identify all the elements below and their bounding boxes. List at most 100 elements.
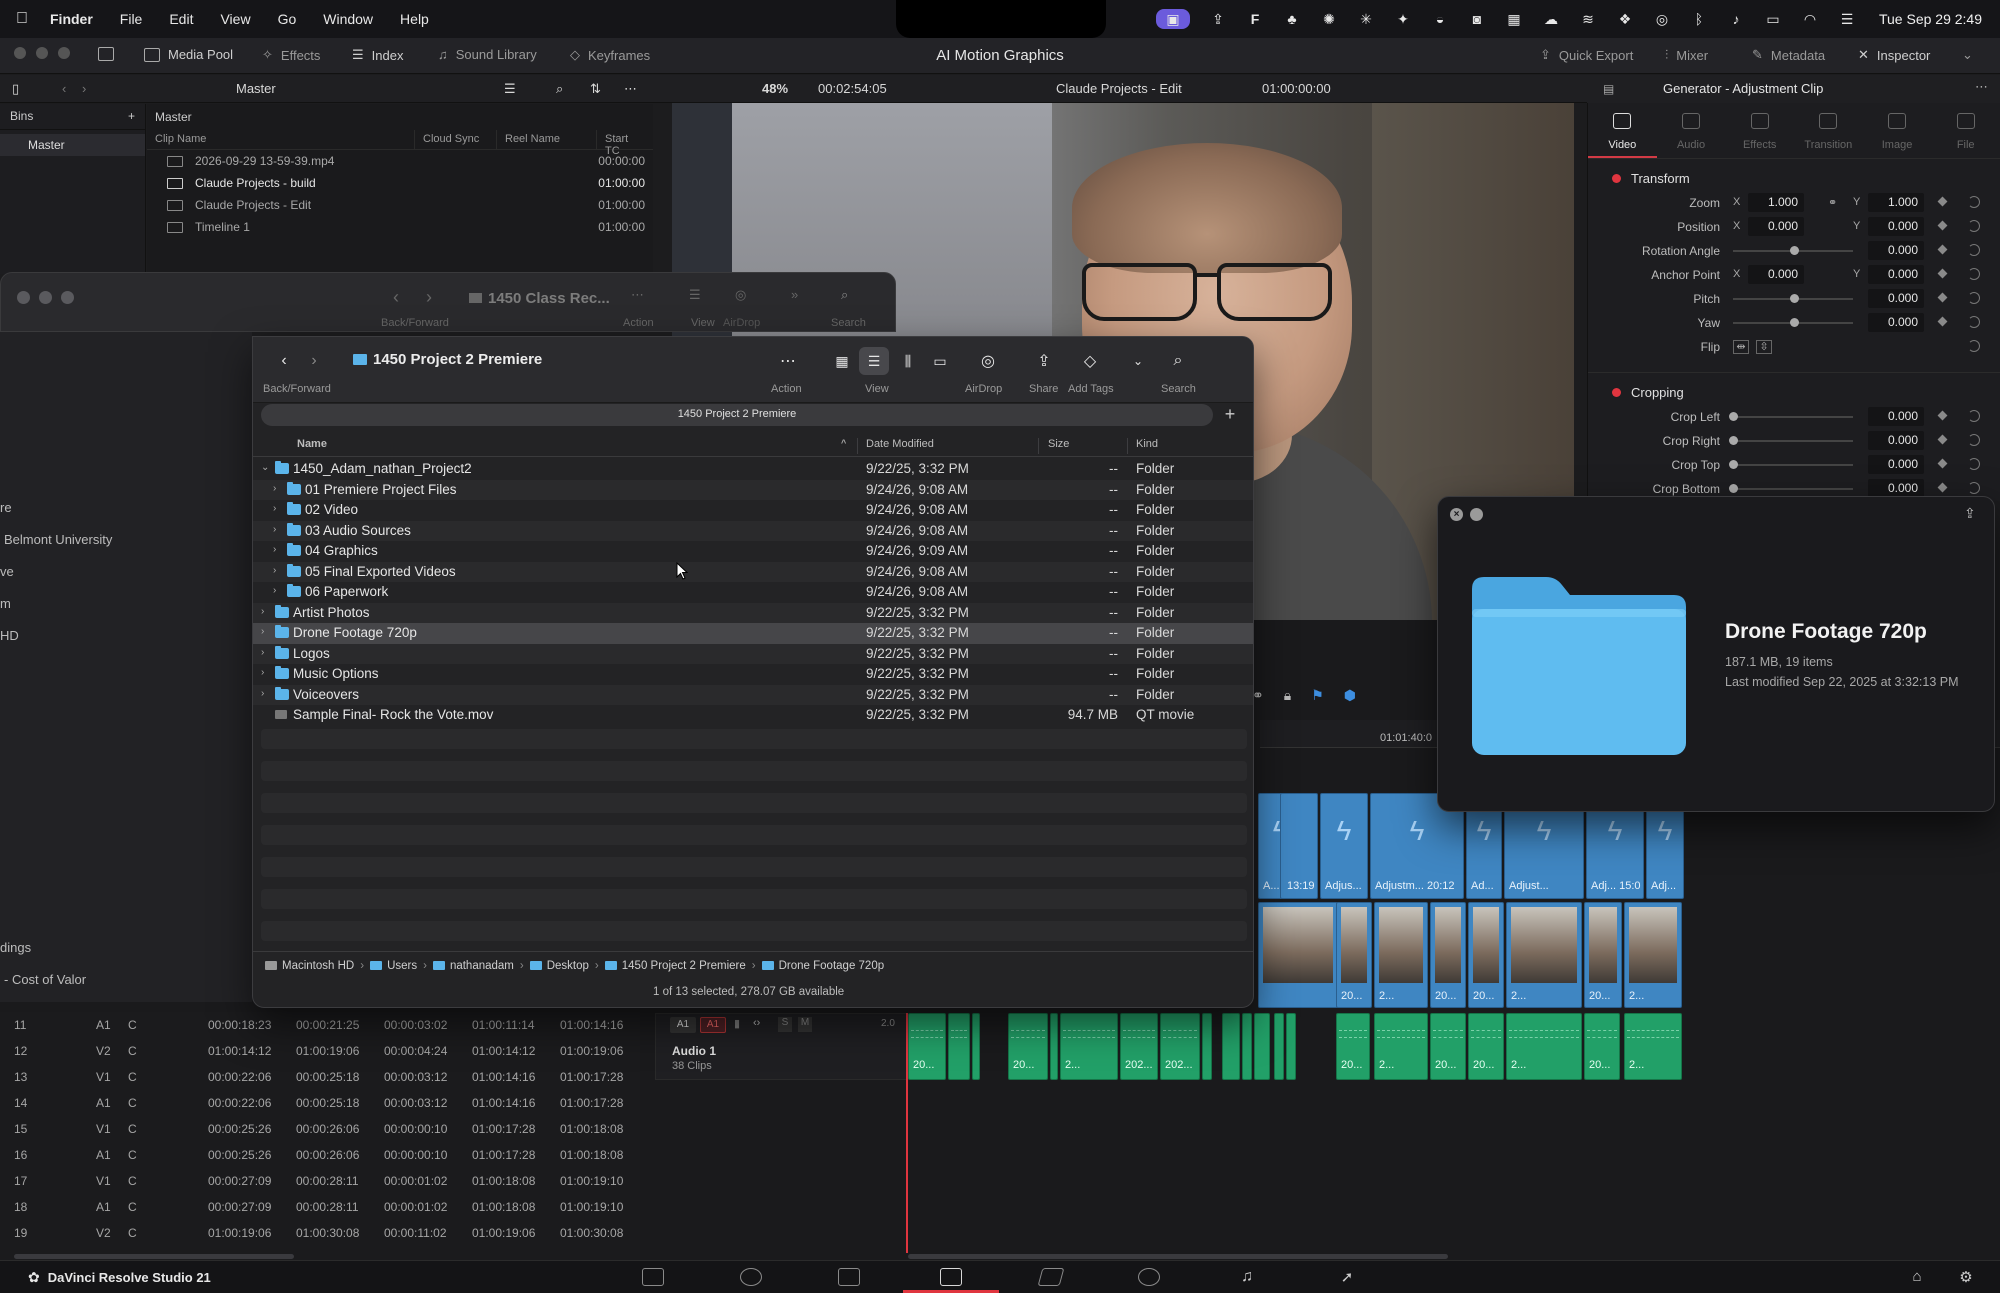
crop-right-knob[interactable]	[1729, 436, 1738, 445]
enable-dot[interactable]	[1612, 387, 1621, 397]
minimize-window-button[interactable]	[39, 291, 52, 304]
airdrop-icon[interactable]: ◎	[973, 347, 1003, 375]
close-window-button[interactable]	[17, 291, 30, 304]
back-icon[interactable]: ‹	[393, 287, 399, 308]
reset-icon[interactable]	[1968, 292, 1980, 304]
disclosure-open-icon[interactable]: ⌄	[261, 462, 271, 473]
crop-left-knob[interactable]	[1729, 412, 1738, 421]
col-date-modified[interactable]: Date Modified	[866, 438, 934, 450]
reset-icon[interactable]	[1968, 316, 1980, 328]
pool-clip-row[interactable]: Claude Projects - Edit 01:00:00	[147, 194, 653, 216]
video-clip[interactable]: 20...	[1336, 902, 1372, 1008]
edit-index-row[interactable]: 14 A1 C 00:00:22:06 00:00:25:18 00:00:03:12 01…	[0, 1090, 640, 1116]
video-clip[interactable]: 20...	[1430, 902, 1466, 1008]
edit-index-row[interactable]: 17 V1 C 00:00:27:09 00:00:28:11 00:00:01:02 01…	[0, 1168, 640, 1194]
marker-icon[interactable]: ⬢	[1344, 687, 1356, 704]
edit-index-row[interactable]: 19 V2 C 01:00:19:06 01:00:30:08 00:00:11:02 01…	[0, 1220, 640, 1246]
file-row[interactable]: › 01 Premiere Project Files 9/24/26, 9:08 …	[253, 479, 1253, 500]
adjustment-clip[interactable]: 13:19	[1280, 793, 1318, 899]
path-crumb[interactable]: Users	[370, 960, 417, 972]
keyframe-icon[interactable]	[1937, 220, 1948, 231]
anchor-x-field[interactable]: 0.000	[1748, 265, 1804, 284]
sidebar-item[interactable]: - Cost of Valor	[4, 972, 86, 987]
settings-gear-icon[interactable]: ⚙	[1955, 1268, 1977, 1286]
rotation-field[interactable]: 0.000	[1868, 241, 1924, 260]
crop-bottom-slider[interactable]	[1733, 488, 1853, 490]
crop-left-field[interactable]: 0.000	[1868, 407, 1924, 426]
wifi-icon[interactable]: ◠	[1801, 11, 1819, 27]
lock-icon[interactable]: 🔒︎	[1284, 687, 1291, 704]
crop-right-slider[interactable]	[1733, 440, 1853, 442]
auto-select-icon[interactable]: ‹›	[753, 1017, 760, 1029]
sidebar-item[interactable]: dings	[0, 940, 31, 955]
tag-icon[interactable]: ◇	[1075, 347, 1105, 375]
fairlight-page-icon[interactable]: ♫	[1236, 1268, 1258, 1286]
nav-back-icon[interactable]: ‹	[62, 81, 66, 96]
track-volume[interactable]: 2.0	[881, 1018, 895, 1029]
crop-left-slider[interactable]	[1733, 416, 1853, 418]
tab-file[interactable]: File	[1931, 103, 2000, 158]
path-crumb[interactable]: Desktop	[529, 960, 589, 972]
file-row[interactable]: › Music Options 9/22/25, 3:32 PM -- Folder	[253, 664, 1253, 685]
effects-button[interactable]: ✧ Effects	[262, 47, 320, 63]
sidebar-item[interactable]: m	[0, 596, 11, 611]
media-page-icon[interactable]	[642, 1268, 664, 1286]
sidebar-item[interactable]: ve	[0, 564, 14, 579]
audio-clip[interactable]: 20...	[1336, 1013, 1370, 1080]
audio-clip[interactable]	[1286, 1013, 1296, 1080]
drive-icon[interactable]: ◒	[1431, 11, 1449, 27]
position-x-field[interactable]: 0.000	[1748, 217, 1804, 236]
tab-image[interactable]: Image	[1863, 103, 1932, 158]
disclosure-closed-icon[interactable]: ›	[261, 606, 271, 617]
edit-index-row[interactable]: 15 V1 C 00:00:25:26 00:00:26:06 00:00:00:10 01…	[0, 1116, 640, 1142]
flip-horizontal-icon[interactable]: ⇹	[1733, 340, 1749, 354]
path-crumb[interactable]: 1450 Project 2 Premiere	[604, 960, 746, 972]
creative-cloud-icon[interactable]: ☁	[1542, 11, 1560, 27]
audio-clip[interactable]: 20...	[1430, 1013, 1466, 1080]
forward-icon[interactable]: ›	[426, 287, 432, 308]
file-row[interactable]: › Artist Photos 9/22/25, 3:32 PM -- Folder	[253, 602, 1253, 623]
edit-index-row[interactable]: 11 A1 C 00:00:18:23 00:00:21:25 00:00:03:02 01…	[0, 1012, 640, 1038]
keyframe-icon[interactable]	[1937, 316, 1948, 327]
apple-icon[interactable]: 	[16, 10, 28, 28]
action-icon[interactable]: ⋯	[631, 287, 644, 303]
menu-view[interactable]: View	[220, 11, 250, 27]
edit-index-row[interactable]: 12 V2 C 01:00:14:12 01:00:19:06 00:00:04:24 01…	[0, 1038, 640, 1064]
video-clip[interactable]: 2...	[1506, 902, 1582, 1008]
control-center-icon[interactable]: ☰	[1838, 11, 1856, 27]
pool-clip-row[interactable]: 2026-09-29 13-59-39.mp4 00:00:00	[147, 150, 653, 172]
keyframe-icon[interactable]	[1937, 410, 1948, 421]
pool-clip-row[interactable]: Claude Projects - build 01:00:00	[147, 172, 653, 194]
more-toolbar-icon[interactable]: »	[791, 287, 798, 302]
audio-clip[interactable]: 2...	[1506, 1013, 1582, 1080]
menu-window[interactable]: Window	[323, 11, 373, 27]
playhead[interactable]	[906, 1013, 908, 1253]
pinwheel-icon[interactable]: ✦	[1394, 11, 1412, 27]
grid-icon[interactable]: ▦	[1505, 11, 1523, 27]
index-scrollbar[interactable]	[14, 1254, 294, 1259]
adjustment-clip[interactable]: ϟ Adjus...	[1320, 793, 1368, 899]
disclosure-closed-icon[interactable]: ›	[261, 688, 271, 699]
cloud-app-icon[interactable]: ♣	[1283, 11, 1301, 27]
zoom-window-button[interactable]	[61, 291, 74, 304]
keyframe-icon[interactable]	[1937, 196, 1948, 207]
disclosure-closed-icon[interactable]: ›	[273, 483, 283, 494]
disclosure-closed-icon[interactable]: ›	[261, 626, 271, 637]
screen-record-icon[interactable]: ▣	[1155, 9, 1190, 29]
position-y-field[interactable]: 0.000	[1868, 217, 1924, 236]
back-icon[interactable]: ‹	[269, 347, 299, 375]
anchor-y-field[interactable]: 0.000	[1868, 265, 1924, 284]
edit-index-row[interactable]: 13 V1 C 00:00:22:06 00:00:25:18 00:00:03:12 01…	[0, 1064, 640, 1090]
audio-clip[interactable]: 2...	[1624, 1013, 1682, 1080]
gallery-view-button[interactable]: ▭	[925, 347, 955, 375]
reset-icon[interactable]	[1968, 434, 1980, 446]
col-start-tc[interactable]: Start TC	[597, 130, 653, 157]
audio-clip[interactable]	[1222, 1013, 1240, 1080]
file-row[interactable]: Sample Final- Rock the Vote.mov 9/22/25, …	[253, 705, 1253, 726]
sidebar-toggle-icon[interactable]: ▯	[12, 81, 19, 97]
keyframe-icon[interactable]	[1937, 482, 1948, 493]
asterisk-icon[interactable]: ✳	[1357, 11, 1375, 27]
dropbox-icon[interactable]: ❖	[1616, 11, 1634, 27]
flag-icon[interactable]: ⚑	[1311, 687, 1324, 704]
add-bin-icon[interactable]: +	[128, 109, 135, 124]
